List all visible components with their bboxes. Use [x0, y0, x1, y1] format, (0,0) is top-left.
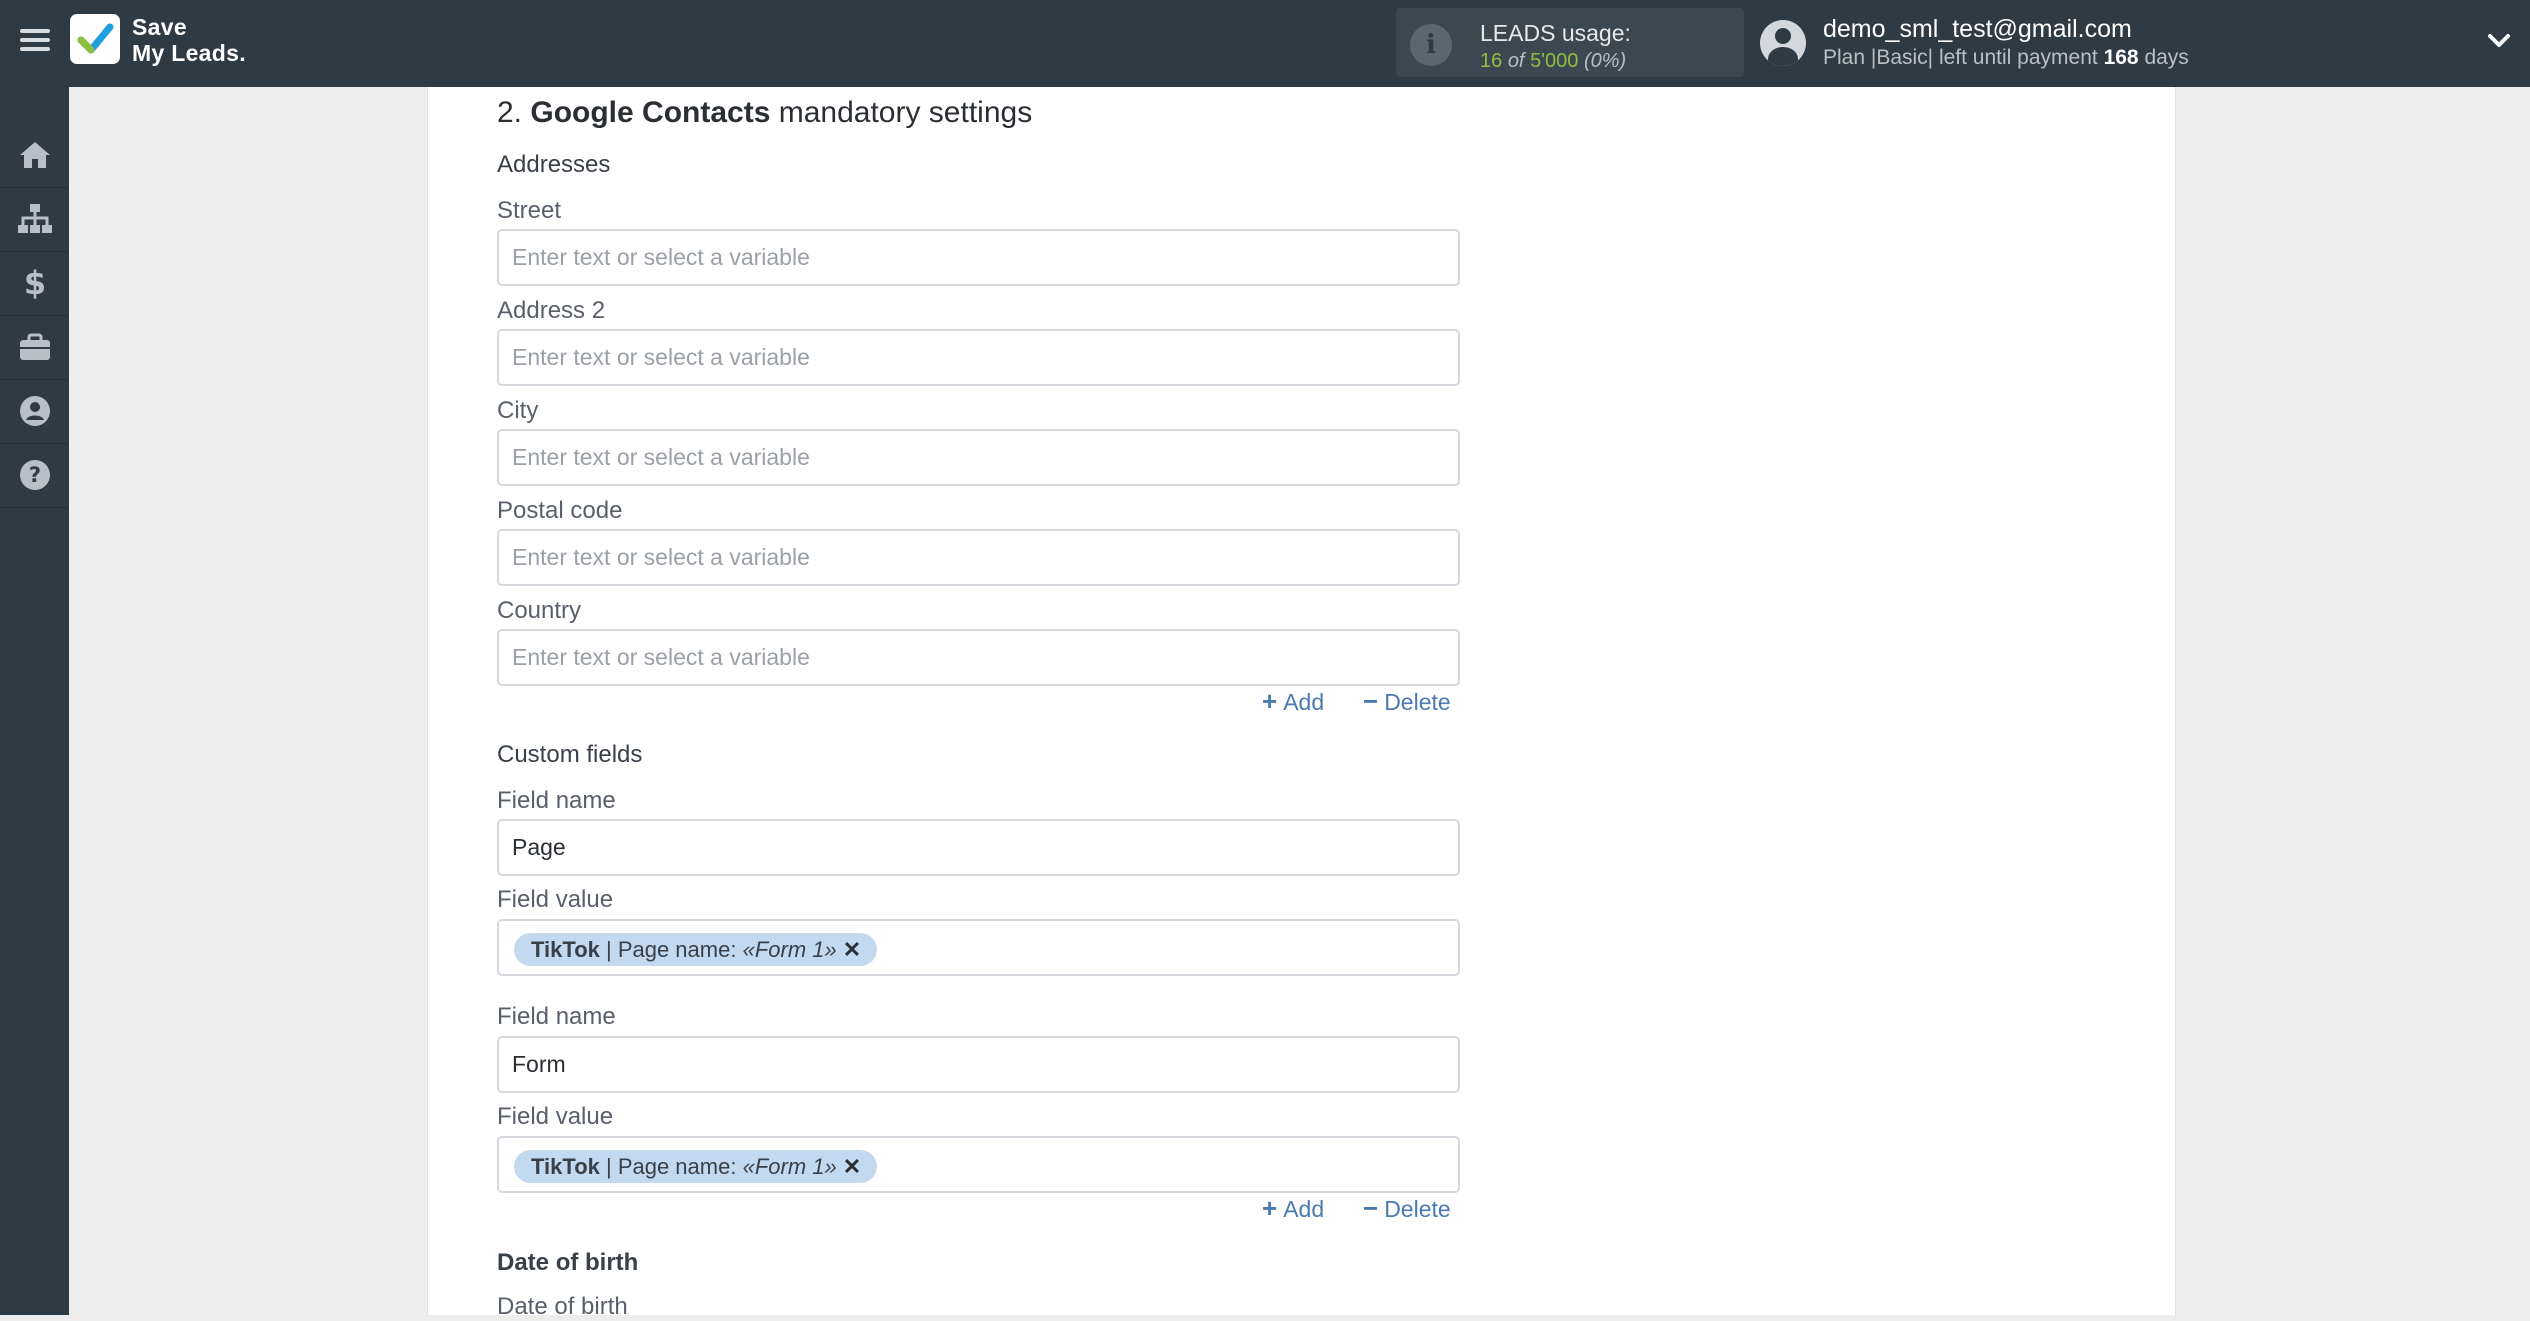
date-of-birth-heading: Date of birth — [497, 1249, 639, 1276]
custom-fields-add-button[interactable]: + Add — [1262, 1193, 1324, 1224]
delete-label: Delete — [1384, 689, 1451, 715]
info-icon: i — [1410, 24, 1452, 66]
section-number: 2. — [497, 96, 523, 129]
field-name-input[interactable]: Page — [497, 819, 1460, 876]
address2-input[interactable] — [497, 329, 1460, 386]
user-circle-icon[interactable] — [0, 379, 69, 444]
remove-tag-icon[interactable]: ✕ — [843, 937, 861, 962]
date-of-birth-label: Date of birth — [497, 1293, 628, 1320]
sitemap-icon[interactable] — [0, 187, 69, 252]
field-name-input[interactable]: Form — [497, 1036, 1460, 1093]
dollar-icon[interactable]: $ — [0, 251, 69, 316]
minus-icon: − — [1363, 1193, 1379, 1223]
custom-fields-delete-button[interactable]: − Delete — [1363, 1193, 1451, 1224]
addresses-delete-button[interactable]: − Delete — [1363, 686, 1451, 717]
tag-separator: | Page name: — [599, 1154, 743, 1179]
usage-used: 16 — [1480, 50, 1503, 72]
tag-value: «Form 1» — [742, 937, 837, 962]
usage-percent: (0%) — [1583, 50, 1627, 72]
tag-value: «Form 1» — [742, 1154, 837, 1179]
logo-text[interactable]: Save My Leads. — [132, 14, 246, 66]
field-name-label: Field name — [497, 1003, 616, 1030]
logo-line1: Save — [132, 14, 187, 40]
field-name-label: Field name — [497, 787, 616, 814]
chevron-down-icon[interactable] — [2484, 26, 2514, 56]
field-name-value: Page — [512, 834, 566, 860]
svg-text:$: $ — [23, 266, 45, 300]
top-bar: Save My Leads. i LEADS usage: 16 of 5'00… — [0, 0, 2530, 87]
city-input[interactable] — [497, 429, 1460, 486]
logo-icon[interactable] — [70, 14, 120, 64]
remove-tag-icon[interactable]: ✕ — [843, 1154, 861, 1179]
field-value-input[interactable]: TikTok | Page name: «Form 1» ✕ — [497, 1136, 1460, 1193]
street-input[interactable] — [497, 229, 1460, 286]
home-icon[interactable] — [0, 123, 69, 188]
usage-limit: 5'000 — [1530, 50, 1579, 72]
postal-code-input[interactable] — [497, 529, 1460, 586]
variable-tag[interactable]: TikTok | Page name: «Form 1» ✕ — [514, 933, 878, 966]
usage-count: 16 of 5'000 (0%) — [1480, 50, 1626, 73]
section-title: 2. Google Contacts mandatory settings — [497, 96, 1032, 130]
usage-title: LEADS usage: — [1480, 20, 1631, 46]
field-value-label: Field value — [497, 886, 614, 913]
city-label: City — [497, 397, 539, 424]
usage-of: of — [1507, 50, 1525, 72]
custom-fields-heading: Custom fields — [497, 741, 643, 768]
user-avatar-icon[interactable] — [1760, 20, 1806, 66]
user-plan: Plan |Basic| left until payment 168 days — [1823, 46, 2189, 70]
logo-line2: My Leads. — [132, 40, 246, 66]
tag-separator: | Page name: — [599, 937, 743, 962]
addresses-heading: Addresses — [497, 151, 611, 178]
country-label: Country — [497, 597, 582, 624]
section-service: Google Contacts — [530, 96, 771, 129]
street-label: Street — [497, 197, 562, 224]
user-email[interactable]: demo_sml_test@gmail.com — [1823, 15, 2132, 44]
plus-icon: + — [1262, 1193, 1278, 1223]
plan-days-suffix: days — [2144, 46, 2189, 69]
add-label: Add — [1283, 689, 1325, 715]
leads-usage-panel: i LEADS usage: 16 of 5'000 (0%) — [1396, 8, 1744, 77]
plan-days: 168 — [2103, 46, 2139, 69]
plan-text: Plan |Basic| left until payment — [1823, 46, 2098, 69]
field-value-label: Field value — [497, 1103, 614, 1130]
postal-code-label: Postal code — [497, 497, 623, 524]
addresses-add-button[interactable]: + Add — [1262, 686, 1324, 717]
sidebar: $ ? — [0, 87, 69, 1315]
tag-source: TikTok — [531, 1154, 600, 1179]
minus-icon: − — [1363, 686, 1379, 716]
help-icon[interactable]: ? — [0, 443, 69, 508]
address2-label: Address 2 — [497, 297, 606, 324]
variable-tag[interactable]: TikTok | Page name: «Form 1» ✕ — [514, 1150, 878, 1183]
country-input[interactable] — [497, 629, 1460, 686]
hamburger-menu-icon[interactable] — [16, 24, 54, 62]
briefcase-icon[interactable] — [0, 315, 69, 380]
section-suffix: mandatory settings — [778, 96, 1033, 129]
delete-label: Delete — [1384, 1196, 1451, 1222]
field-value-input[interactable]: TikTok | Page name: «Form 1» ✕ — [497, 919, 1460, 976]
add-label: Add — [1283, 1196, 1325, 1222]
field-name-value: Form — [512, 1051, 566, 1077]
plus-icon: + — [1262, 686, 1278, 716]
tag-source: TikTok — [531, 937, 600, 962]
svg-text:?: ? — [28, 463, 40, 487]
